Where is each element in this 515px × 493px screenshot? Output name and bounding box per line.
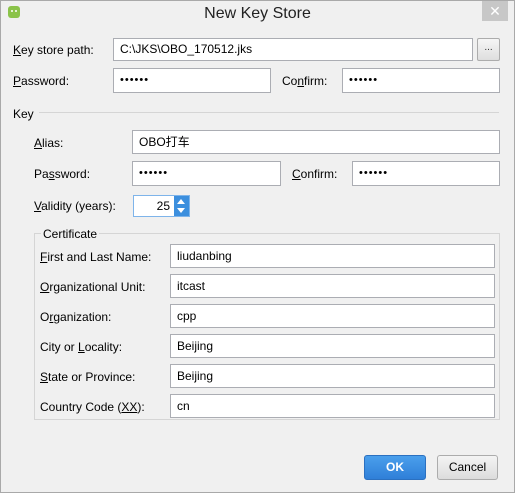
chevron-up-icon[interactable]	[177, 199, 185, 204]
city-locality-input[interactable]: Beijing	[170, 334, 495, 358]
spinner-arrows[interactable]	[174, 196, 189, 216]
browse-button[interactable]: ...	[477, 38, 500, 61]
certificate-section-label: Certificate	[41, 227, 100, 241]
key-confirm-input[interactable]: ••••••	[352, 161, 500, 186]
keystore-confirm-label: Confirm:	[282, 74, 328, 88]
organization-input[interactable]: cpp	[170, 304, 495, 328]
key-password-label: Password:	[34, 167, 91, 181]
keystore-confirm-input[interactable]: ••••••	[342, 68, 500, 93]
key-section-divider	[39, 112, 499, 113]
validity-spinner[interactable]: 25	[133, 195, 190, 217]
organizational-unit-input[interactable]: itcast	[170, 274, 495, 298]
key-section-label: Key	[13, 107, 34, 121]
alias-label: Alias:	[34, 136, 64, 150]
first-last-name-input[interactable]: liudanbing	[170, 244, 495, 268]
window-title: New Key Store	[204, 5, 311, 22]
keystore-password-input[interactable]: ••••••	[113, 68, 271, 93]
key-store-path-input[interactable]: C:\JKS\OBO_170512.jks	[113, 38, 473, 61]
title-bar: New Key Store	[1, 1, 514, 27]
key-confirm-label: Confirm:	[292, 167, 338, 181]
new-key-store-dialog: New Key Store ✕ Key store path: C:\JKS\O…	[0, 0, 515, 493]
organization-label: Organization:	[40, 310, 112, 324]
city-locality-label: City or Locality:	[40, 340, 123, 354]
validity-value[interactable]: 25	[134, 196, 170, 216]
close-icon: ✕	[489, 3, 501, 19]
validity-label: Validity (years):	[34, 199, 116, 213]
alias-input[interactable]: OBO打车	[132, 130, 500, 154]
key-store-path-label: Key store path:	[13, 43, 94, 57]
organizational-unit-label: Organizational Unit:	[40, 280, 146, 294]
cancel-button[interactable]: Cancel	[437, 455, 498, 480]
state-province-input[interactable]: Beijing	[170, 364, 495, 388]
close-button[interactable]: ✕	[482, 1, 508, 21]
keystore-password-label: Password:	[13, 74, 70, 88]
country-code-label: Country Code (XX):	[40, 400, 145, 414]
chevron-down-icon[interactable]	[177, 208, 185, 213]
state-province-label: State or Province:	[40, 370, 136, 384]
key-password-input[interactable]: ••••••	[132, 161, 281, 186]
first-last-name-label: First and Last Name:	[40, 250, 152, 264]
ok-button[interactable]: OK	[364, 455, 426, 480]
country-code-input[interactable]: cn	[170, 394, 495, 418]
